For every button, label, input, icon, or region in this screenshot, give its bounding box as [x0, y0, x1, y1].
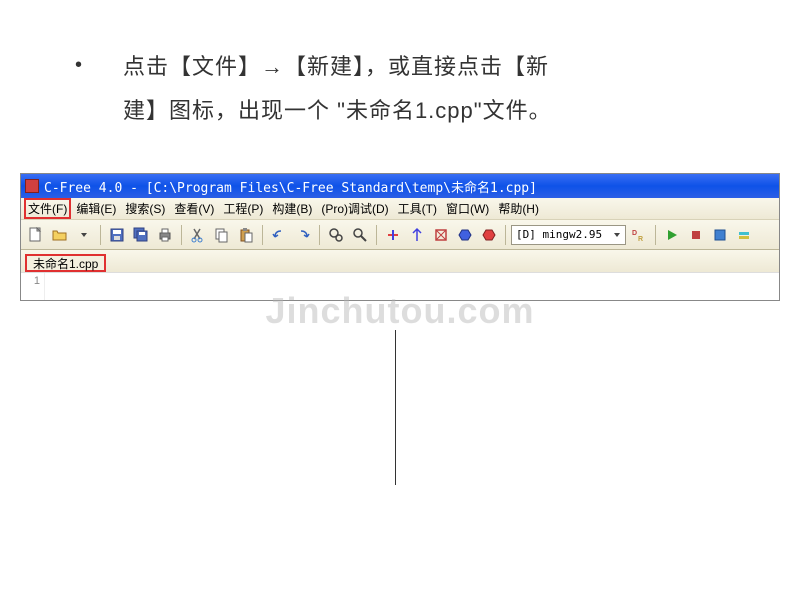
stop-icon[interactable]: [685, 224, 707, 246]
app-window: C-Free 4.0 - [C:\Program Files\C-Free St…: [20, 173, 780, 301]
separator: [505, 225, 506, 245]
menu-view[interactable]: 查看(V): [170, 198, 218, 219]
print-icon[interactable]: [154, 224, 176, 246]
find-next-icon[interactable]: [349, 224, 371, 246]
svg-text:D: D: [632, 230, 637, 237]
separator: [181, 225, 182, 245]
app-icon: [25, 179, 39, 193]
editor-area[interactable]: 1: [21, 272, 779, 300]
line-number: 1: [21, 273, 45, 300]
build-icon[interactable]: [406, 224, 428, 246]
find-icon[interactable]: [325, 224, 347, 246]
instruction-text: • 点击【文件】→【新建】，或直接点击【新 建】图标，出现一个 "未命名1.cp…: [0, 0, 800, 163]
menu-project[interactable]: 工程(P): [219, 198, 267, 219]
separator: [376, 225, 377, 245]
cursor-indicator: [395, 330, 396, 485]
compile-icon[interactable]: [382, 224, 404, 246]
menu-tools[interactable]: 工具(T): [394, 198, 441, 219]
step-over-icon[interactable]: [733, 224, 755, 246]
undo-icon[interactable]: [268, 224, 290, 246]
tabbar: 未命名1.cpp: [21, 250, 779, 272]
menu-window[interactable]: 窗口(W): [442, 198, 493, 219]
stop-build-icon[interactable]: [454, 224, 476, 246]
separator: [100, 225, 101, 245]
debug-config-icon[interactable]: DR: [628, 224, 650, 246]
paste-icon[interactable]: [235, 224, 257, 246]
compiler-select-value: [D] mingw2.95: [516, 228, 602, 241]
dropdown-icon[interactable]: [73, 224, 95, 246]
titlebar: C-Free 4.0 - [C:\Program Files\C-Free St…: [21, 174, 779, 198]
file-tab[interactable]: 未命名1.cpp: [25, 254, 106, 272]
file-tab-label: 未命名1.cpp: [33, 255, 98, 272]
save-all-icon[interactable]: [130, 224, 152, 246]
separator: [262, 225, 263, 245]
rebuild-icon[interactable]: [478, 224, 500, 246]
open-folder-icon[interactable]: [49, 224, 71, 246]
menu-debug[interactable]: (Pro)调试(D): [317, 198, 392, 219]
svg-text:R: R: [638, 236, 643, 243]
menu-build[interactable]: 构建(B): [268, 198, 316, 219]
separator: [319, 225, 320, 245]
run-icon[interactable]: [661, 224, 683, 246]
chevron-down-icon: [613, 231, 621, 239]
menu-help[interactable]: 帮助(H): [494, 198, 543, 219]
step-icon[interactable]: [709, 224, 731, 246]
toolbar: [D] mingw2.95 DR: [21, 220, 779, 250]
cut-icon[interactable]: [187, 224, 209, 246]
bullet: •: [75, 45, 83, 133]
separator: [655, 225, 656, 245]
new-file-icon[interactable]: [25, 224, 47, 246]
editor-content[interactable]: [45, 273, 779, 300]
redo-icon[interactable]: [292, 224, 314, 246]
instruction-line1: 点击【文件】→【新建】，或直接点击【新: [123, 45, 552, 89]
build-all-icon[interactable]: [430, 224, 452, 246]
titlebar-text: C-Free 4.0 - [C:\Program Files\C-Free St…: [44, 177, 537, 196]
menu-file[interactable]: 文件(F): [24, 198, 71, 219]
menu-edit[interactable]: 编辑(E): [72, 198, 120, 219]
menu-search[interactable]: 搜索(S): [121, 198, 169, 219]
menubar: 文件(F) 编辑(E) 搜索(S) 查看(V) 工程(P) 构建(B) (Pro…: [21, 198, 779, 220]
compiler-select[interactable]: [D] mingw2.95: [511, 225, 626, 245]
copy-icon[interactable]: [211, 224, 233, 246]
instruction-line2: 建】图标，出现一个 "未命名1.cpp"文件。: [123, 89, 552, 133]
save-icon[interactable]: [106, 224, 128, 246]
